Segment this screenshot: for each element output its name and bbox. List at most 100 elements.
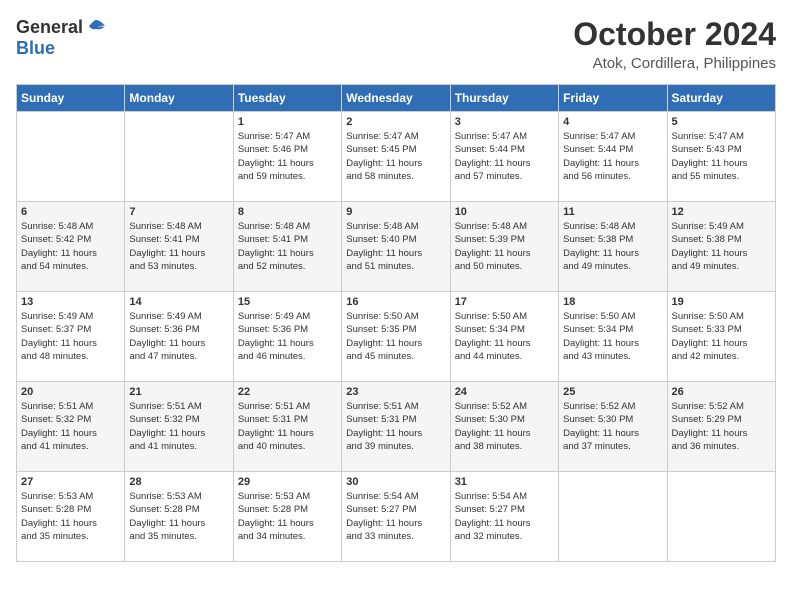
calendar-cell [125,112,233,202]
logo-bird-icon [85,16,107,38]
day-info: Sunrise: 5:54 AM Sunset: 5:27 PM Dayligh… [455,490,554,543]
day-info: Sunrise: 5:51 AM Sunset: 5:32 PM Dayligh… [129,400,228,453]
calendar-week-5: 27 Sunrise: 5:53 AM Sunset: 5:28 PM Dayli… [17,472,776,562]
day-number: 6 [21,206,120,218]
calendar-cell: 24Sunrise: 5:52 AM Sunset: 5:30 PM Dayli… [450,382,558,472]
calendar-cell: 2 Sunrise: 5:47 AM Sunset: 5:45 PM Daylig… [342,112,450,202]
title-area: October 2024 Atok, Cordillera, Philippin… [573,16,776,72]
weekday-header-friday: Friday [559,85,667,112]
day-info: Sunrise: 5:52 AM Sunset: 5:29 PM Dayligh… [672,400,771,453]
day-number: 10 [455,206,554,218]
calendar-week-4: 20Sunrise: 5:51 AM Sunset: 5:32 PM Dayli… [17,382,776,472]
calendar-cell: 14 Sunrise: 5:49 AM Sunset: 5:36 PM Dayli… [125,292,233,382]
calendar-cell: 22 Sunrise: 5:51 AM Sunset: 5:31 PM Dayli… [233,382,341,472]
day-number: 25 [563,386,662,398]
day-number: 26 [672,386,771,398]
day-number: 28 [129,476,228,488]
weekday-header-monday: Monday [125,85,233,112]
calendar-table: SundayMondayTuesdayWednesdayThursdayFrid… [16,84,776,562]
calendar-cell: 15Sunrise: 5:49 AM Sunset: 5:36 PM Dayli… [233,292,341,382]
calendar-cell: 7 Sunrise: 5:48 AM Sunset: 5:41 PM Daylig… [125,202,233,292]
day-number: 29 [238,476,337,488]
day-info: Sunrise: 5:50 AM Sunset: 5:33 PM Dayligh… [672,310,771,363]
logo-blue: Blue [16,38,55,59]
calendar-cell: 25 Sunrise: 5:52 AM Sunset: 5:30 PM Dayli… [559,382,667,472]
day-info: Sunrise: 5:48 AM Sunset: 5:38 PM Dayligh… [563,220,662,273]
logo-general: General [16,17,83,38]
day-number: 14 [129,296,228,308]
weekday-header-saturday: Saturday [667,85,775,112]
calendar-cell [667,472,775,562]
calendar-cell: 1 Sunrise: 5:47 AM Sunset: 5:46 PM Daylig… [233,112,341,202]
day-info: Sunrise: 5:48 AM Sunset: 5:39 PM Dayligh… [455,220,554,273]
weekday-header-tuesday: Tuesday [233,85,341,112]
day-info: Sunrise: 5:53 AM Sunset: 5:28 PM Dayligh… [21,490,120,543]
calendar-cell: 30 Sunrise: 5:54 AM Sunset: 5:27 PM Dayli… [342,472,450,562]
calendar-week-3: 13Sunrise: 5:49 AM Sunset: 5:37 PM Dayli… [17,292,776,382]
day-info: Sunrise: 5:50 AM Sunset: 5:35 PM Dayligh… [346,310,445,363]
day-number: 22 [238,386,337,398]
calendar-cell: 10 Sunrise: 5:48 AM Sunset: 5:39 PM Dayli… [450,202,558,292]
day-number: 2 [346,116,445,128]
day-number: 5 [672,116,771,128]
calendar-cell: 13Sunrise: 5:49 AM Sunset: 5:37 PM Dayli… [17,292,125,382]
day-info: Sunrise: 5:53 AM Sunset: 5:28 PM Dayligh… [129,490,228,543]
day-number: 23 [346,386,445,398]
calendar-cell: 9 Sunrise: 5:48 AM Sunset: 5:40 PM Daylig… [342,202,450,292]
day-number: 9 [346,206,445,218]
day-info: Sunrise: 5:48 AM Sunset: 5:40 PM Dayligh… [346,220,445,273]
day-info: Sunrise: 5:47 AM Sunset: 5:44 PM Dayligh… [563,130,662,183]
calendar-cell: 4 Sunrise: 5:47 AM Sunset: 5:44 PM Daylig… [559,112,667,202]
calendar-cell: 17 Sunrise: 5:50 AM Sunset: 5:34 PM Dayli… [450,292,558,382]
calendar-body: 1 Sunrise: 5:47 AM Sunset: 5:46 PM Daylig… [17,112,776,562]
day-number: 7 [129,206,228,218]
calendar-cell [17,112,125,202]
day-number: 4 [563,116,662,128]
day-info: Sunrise: 5:50 AM Sunset: 5:34 PM Dayligh… [563,310,662,363]
day-number: 31 [455,476,554,488]
calendar-cell: 11Sunrise: 5:48 AM Sunset: 5:38 PM Dayli… [559,202,667,292]
day-number: 24 [455,386,554,398]
day-info: Sunrise: 5:48 AM Sunset: 5:41 PM Dayligh… [129,220,228,273]
day-number: 30 [346,476,445,488]
calendar-cell: 31 Sunrise: 5:54 AM Sunset: 5:27 PM Dayli… [450,472,558,562]
day-info: Sunrise: 5:47 AM Sunset: 5:44 PM Dayligh… [455,130,554,183]
calendar-cell: 27 Sunrise: 5:53 AM Sunset: 5:28 PM Dayli… [17,472,125,562]
weekday-header-wednesday: Wednesday [342,85,450,112]
day-number: 27 [21,476,120,488]
day-info: Sunrise: 5:48 AM Sunset: 5:41 PM Dayligh… [238,220,337,273]
header: General Blue October 2024 Atok, Cordille… [16,16,776,72]
calendar-week-2: 6 Sunrise: 5:48 AM Sunset: 5:42 PM Daylig… [17,202,776,292]
day-number: 13 [21,296,120,308]
day-info: Sunrise: 5:51 AM Sunset: 5:31 PM Dayligh… [238,400,337,453]
calendar-cell: 26 Sunrise: 5:52 AM Sunset: 5:29 PM Dayli… [667,382,775,472]
day-info: Sunrise: 5:48 AM Sunset: 5:42 PM Dayligh… [21,220,120,273]
day-number: 12 [672,206,771,218]
day-info: Sunrise: 5:53 AM Sunset: 5:28 PM Dayligh… [238,490,337,543]
weekday-header-sunday: Sunday [17,85,125,112]
day-info: Sunrise: 5:54 AM Sunset: 5:27 PM Dayligh… [346,490,445,543]
weekday-header-row: SundayMondayTuesdayWednesdayThursdayFrid… [17,85,776,112]
day-number: 1 [238,116,337,128]
day-number: 16 [346,296,445,308]
day-number: 18 [563,296,662,308]
calendar-cell: 28 Sunrise: 5:53 AM Sunset: 5:28 PM Dayli… [125,472,233,562]
day-info: Sunrise: 5:49 AM Sunset: 5:36 PM Dayligh… [129,310,228,363]
calendar-cell: 5 Sunrise: 5:47 AM Sunset: 5:43 PM Daylig… [667,112,775,202]
day-info: Sunrise: 5:51 AM Sunset: 5:31 PM Dayligh… [346,400,445,453]
calendar-cell: 20Sunrise: 5:51 AM Sunset: 5:32 PM Dayli… [17,382,125,472]
day-info: Sunrise: 5:47 AM Sunset: 5:45 PM Dayligh… [346,130,445,183]
day-number: 17 [455,296,554,308]
day-info: Sunrise: 5:47 AM Sunset: 5:43 PM Dayligh… [672,130,771,183]
day-info: Sunrise: 5:52 AM Sunset: 5:30 PM Dayligh… [563,400,662,453]
day-info: Sunrise: 5:47 AM Sunset: 5:46 PM Dayligh… [238,130,337,183]
day-number: 8 [238,206,337,218]
day-info: Sunrise: 5:50 AM Sunset: 5:34 PM Dayligh… [455,310,554,363]
calendar-cell: 6 Sunrise: 5:48 AM Sunset: 5:42 PM Daylig… [17,202,125,292]
calendar-cell: 12Sunrise: 5:49 AM Sunset: 5:38 PM Dayli… [667,202,775,292]
calendar-cell: 19Sunrise: 5:50 AM Sunset: 5:33 PM Dayli… [667,292,775,382]
location-title: Atok, Cordillera, Philippines [573,55,776,72]
calendar-cell: 23 Sunrise: 5:51 AM Sunset: 5:31 PM Dayli… [342,382,450,472]
day-info: Sunrise: 5:51 AM Sunset: 5:32 PM Dayligh… [21,400,120,453]
day-number: 21 [129,386,228,398]
